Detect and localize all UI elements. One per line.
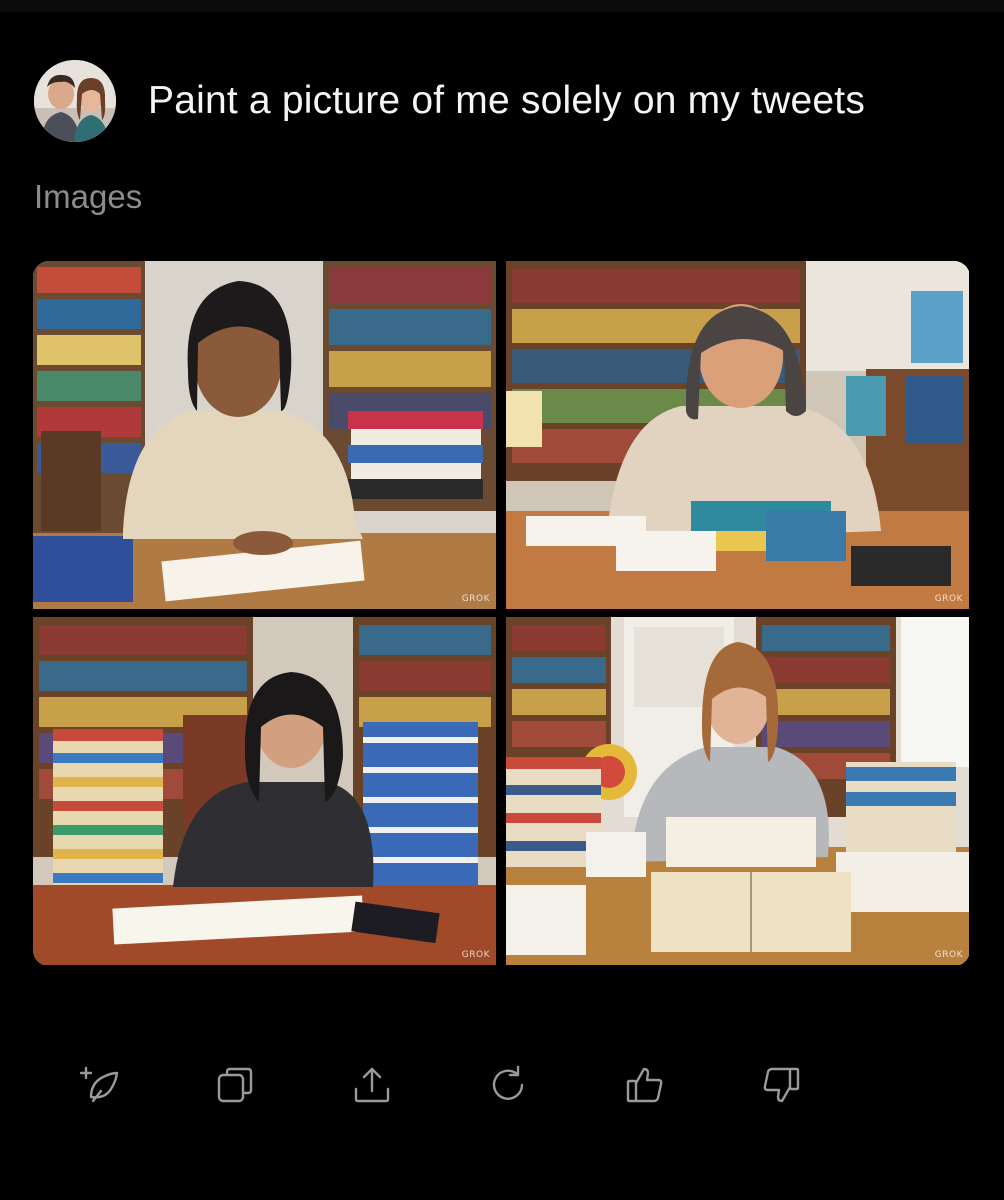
copy-button[interactable] bbox=[211, 1061, 259, 1109]
copy-icon bbox=[218, 1067, 253, 1103]
image-grid: GROK GROK GROK GROK bbox=[33, 261, 970, 966]
grok-watermark: GROK bbox=[934, 594, 963, 604]
generated-image-1[interactable]: GROK bbox=[33, 261, 496, 609]
grok-watermark: GROK bbox=[461, 950, 490, 960]
generated-image-4[interactable]: GROK bbox=[506, 617, 969, 965]
share-button[interactable] bbox=[348, 1061, 396, 1109]
prompt-row: Paint a picture of me solely on my tweet… bbox=[34, 58, 984, 144]
generated-image-3[interactable]: GROK bbox=[33, 617, 496, 965]
generated-image-2[interactable]: GROK bbox=[506, 261, 969, 609]
edit-image-button[interactable] bbox=[75, 1061, 123, 1109]
feather-plus-icon bbox=[79, 1066, 119, 1103]
regenerate-icon bbox=[493, 1065, 524, 1100]
grok-watermark: GROK bbox=[934, 950, 963, 960]
share-icon bbox=[354, 1067, 389, 1103]
user-avatar[interactable] bbox=[34, 60, 116, 142]
top-bar bbox=[0, 0, 1004, 12]
action-bar bbox=[75, 1060, 805, 1110]
prompt-text: Paint a picture of me solely on my tweet… bbox=[148, 79, 866, 122]
like-button[interactable] bbox=[621, 1061, 669, 1109]
regenerate-button[interactable] bbox=[484, 1061, 532, 1109]
dislike-button[interactable] bbox=[757, 1061, 805, 1109]
grok-watermark: GROK bbox=[461, 594, 490, 604]
thumbs-up-icon bbox=[626, 1067, 662, 1103]
thumbs-down-icon bbox=[763, 1067, 800, 1103]
images-section-label: Images bbox=[34, 178, 143, 215]
